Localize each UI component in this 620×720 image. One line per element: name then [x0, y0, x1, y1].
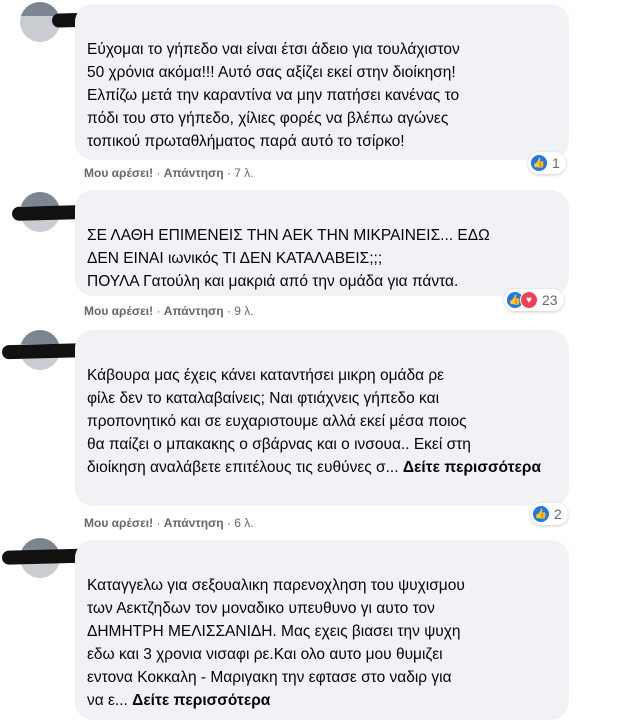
- reaction-count: 1: [552, 155, 560, 171]
- like-icon: 👍: [532, 505, 550, 523]
- see-more-link[interactable]: Δείτε περισσότερα: [132, 692, 270, 709]
- like-button[interactable]: Μου αρέσει!: [84, 516, 153, 530]
- reactions-summary[interactable]: 👍 ♥ 23: [504, 289, 564, 311]
- love-icon: ♥: [520, 291, 538, 309]
- comment-bubble: Κάβουρα μας έχεις κάνει καταντήσει μικρη…: [75, 330, 569, 506]
- comment-text-wrapper: Κάβουρα μας έχεις κάνει καταντήσει μικρη…: [87, 364, 557, 479]
- comment-actions: Μου αρέσει! · Απάντηση · 7 λ.: [84, 166, 254, 180]
- separator-dot: ·: [156, 304, 164, 318]
- reply-button[interactable]: Απάντηση: [164, 304, 224, 318]
- comment-actions: Μου αρέσει! · Απάντηση · 6 λ.: [84, 516, 254, 530]
- comment-bubble: ΣΕ ΛΑΘΗ ΕΠΙΜΕΝΕΙΣ ΤΗΝ ΑΕΚ ΤΗΝ ΜΙΚΡΑΙΝΕΙΣ…: [75, 190, 569, 296]
- comment-text-wrapper: Καταγγελω για σεξουαλικη παρενοχληση του…: [87, 574, 557, 712]
- like-icon: 👍: [530, 154, 548, 172]
- separator-dot: ·: [156, 166, 164, 180]
- comment-text: ΣΕ ΛΑΘΗ ΕΠΙΜΕΝΕΙΣ ΤΗΝ ΑΕΚ ΤΗΝ ΜΙΚΡΑΙΝΕΙΣ…: [87, 227, 490, 290]
- reactions-summary[interactable]: 👍 2: [530, 503, 568, 525]
- comment-bubble: Εύχομαι το γήπεδο ναι είναι έτσι άδειο γ…: [75, 4, 569, 160]
- comment-actions: Μου αρέσει! · Απάντηση · 9 λ.: [84, 304, 254, 318]
- reactions-summary[interactable]: 👍 1: [528, 152, 566, 174]
- comment-bubble: Καταγγελω για σεξουαλικη παρενοχληση του…: [75, 540, 569, 720]
- reaction-count: 2: [554, 506, 562, 522]
- comment-time[interactable]: 7 λ.: [234, 166, 253, 180]
- reply-button[interactable]: Απάντηση: [164, 516, 224, 530]
- see-more-link[interactable]: Δείτε περισσότερα: [403, 459, 541, 476]
- separator-dot: ·: [156, 516, 164, 530]
- comment-text: Καταγγελω για σεξουαλικη παρενοχληση του…: [87, 577, 465, 709]
- reaction-count: 23: [542, 292, 558, 308]
- like-button[interactable]: Μου αρέσει!: [84, 304, 153, 318]
- comment-text: Εύχομαι το γήπεδο ναι είναι έτσι άδειο γ…: [87, 41, 460, 150]
- reply-button[interactable]: Απάντηση: [164, 166, 224, 180]
- comment-time[interactable]: 9 λ.: [234, 304, 253, 318]
- like-button[interactable]: Μου αρέσει!: [84, 166, 153, 180]
- comment-time[interactable]: 6 λ.: [234, 516, 253, 530]
